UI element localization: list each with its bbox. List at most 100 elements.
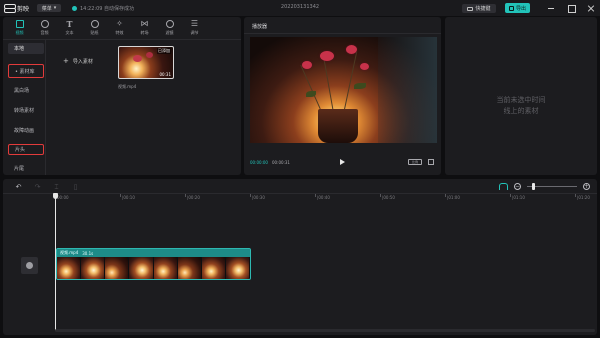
flower — [346, 45, 357, 54]
export-icon — [508, 5, 514, 11]
thumbnail-image — [133, 55, 142, 62]
clip-frames — [57, 257, 250, 279]
tool-filter[interactable]: 滤镜 — [157, 18, 182, 38]
window-controls — [546, 4, 596, 13]
clip-frame — [105, 257, 130, 279]
filter-icon — [165, 20, 174, 28]
track-header[interactable] — [21, 257, 38, 274]
media-panel: 视频 音频 T 文本 贴纸 ✧ 特效 ⋈ 转场 滤镜 ☰ 调节 本地 • 素材库… — [3, 17, 241, 175]
play-icon[interactable] — [340, 159, 345, 165]
zoom-in-icon[interactable]: + — [583, 183, 590, 190]
divider — [3, 39, 241, 40]
clip-frame — [81, 257, 106, 279]
tool-audio[interactable]: 音频 — [32, 18, 57, 38]
menu-label: 菜单 — [41, 5, 52, 12]
undo-icon[interactable]: ↶ — [15, 183, 22, 191]
divider — [45, 40, 46, 175]
ruler-tick-label: |00:20 — [187, 195, 200, 200]
ruler-tick-label: |01:00 — [447, 195, 460, 200]
ruler-tick: |01:10 — [510, 194, 525, 200]
sticker-icon — [90, 20, 99, 28]
save-status-text: 14:22:09 自动保存成功 — [80, 5, 135, 12]
video-background — [378, 37, 437, 143]
title-bar: 剪映 菜单 ▾ 14:22:09 自动保存成功 202203131342 快捷键… — [0, 0, 600, 16]
transition-icon: ⋈ — [140, 19, 149, 28]
plus-icon: + — [63, 57, 69, 65]
keyboard-icon — [467, 6, 474, 11]
clip-header: 视频.mp4 30.1s — [57, 249, 250, 257]
ruler-tick: |00:30 — [250, 194, 265, 200]
audio-icon — [40, 20, 49, 28]
ruler-tick-label: |00:30 — [252, 195, 265, 200]
sidebar-item-intro[interactable]: 片头 — [8, 144, 44, 155]
tool-sticker[interactable]: 贴纸 — [82, 18, 107, 38]
leaf — [354, 83, 366, 89]
ruler-tick: |01:20 — [575, 194, 590, 200]
tool-effects[interactable]: ✧ 特效 — [107, 18, 132, 38]
divider — [244, 33, 441, 34]
tool-label: 视频 — [15, 30, 24, 35]
video-media-icon — [15, 20, 24, 28]
adjust-icon: ☰ — [190, 19, 199, 28]
fullscreen-icon[interactable] — [428, 159, 434, 165]
save-status: 14:22:09 自动保存成功 — [72, 4, 134, 12]
menu-button[interactable]: 菜单 ▾ — [37, 4, 61, 12]
video-preview — [250, 37, 437, 143]
timeline-zoom-controls: − + — [499, 182, 590, 191]
tool-label: 贴纸 — [90, 30, 99, 35]
zoom-slider-knob[interactable] — [532, 183, 535, 190]
zoom-out-icon[interactable]: − — [514, 183, 521, 190]
redo-icon[interactable]: ↷ — [34, 183, 41, 191]
tool-text[interactable]: T 文本 — [57, 18, 82, 38]
text-icon: T — [66, 19, 73, 29]
sidebar-item-black-white[interactable]: 黑白场 — [8, 85, 44, 96]
flower — [302, 61, 312, 69]
sidebar-item-glitch[interactable]: 故障动画 — [8, 125, 44, 136]
clip-duration: 30.1s — [82, 250, 94, 256]
import-label: 导入素材 — [72, 58, 93, 65]
horizontal-scrollbar[interactable] — [55, 329, 595, 332]
ruler-tick: |00:50 — [380, 194, 395, 200]
timeline-toolbar: ↶ ↷ ⌶ ▯ — [15, 183, 79, 191]
thumbnail-image — [146, 52, 153, 58]
tool-transition[interactable]: ⋈ 转场 — [132, 18, 157, 38]
timeline-panel: ↶ ↷ ⌶ ▯ − + 00:00 |00:10 |00:20 |00:30 |00:4… — [3, 179, 597, 335]
minimize-icon[interactable] — [546, 4, 556, 12]
close-icon[interactable] — [586, 4, 596, 12]
shortcut-label: 快捷键 — [475, 6, 491, 12]
sidebar-item-outro[interactable]: 片尾 — [8, 163, 44, 174]
app-name: 剪映 — [17, 5, 30, 13]
time-ruler[interactable]: 00:00 |00:10 |00:20 |00:30 |00:40 |00:50 |01:0… — [55, 194, 595, 204]
sidebar-item-transition-material[interactable]: 转场素材 — [8, 105, 44, 116]
project-name[interactable]: 202203131342 — [270, 4, 330, 10]
maximize-icon[interactable] — [566, 4, 576, 13]
tool-adjust[interactable]: ☰ 调节 — [182, 18, 207, 38]
leaf — [306, 91, 316, 97]
media-thumbnail[interactable]: 已添加 00:31 — [118, 46, 174, 79]
export-button[interactable]: 导出 — [505, 3, 530, 13]
tool-video[interactable]: 视频 — [7, 18, 32, 38]
sidebar-item-library[interactable]: • 素材库 — [8, 64, 44, 78]
video-clip[interactable]: 视频.mp4 30.1s — [56, 248, 251, 280]
import-button[interactable]: + 导入素材 — [63, 57, 93, 65]
delete-icon[interactable]: ▯ — [72, 183, 79, 191]
ratio-button[interactable]: 比例 — [408, 159, 422, 165]
zoom-slider[interactable] — [527, 183, 577, 190]
magnet-icon[interactable] — [499, 183, 508, 190]
tool-label: 滤镜 — [165, 30, 174, 35]
playhead-handle-icon[interactable] — [53, 193, 58, 199]
ruler-tick: |01:00 — [445, 194, 460, 200]
clip-frame — [153, 257, 178, 279]
clip-frame — [177, 257, 202, 279]
ruler-tick-label: 00:00 — [57, 195, 69, 200]
shortcut-button[interactable]: 快捷键 — [462, 4, 496, 13]
tool-label: 转场 — [140, 30, 149, 35]
clip-frame — [129, 257, 154, 279]
media-filename: 视频.mp4 — [118, 84, 137, 89]
ruler-tick-label: |00:40 — [317, 195, 330, 200]
split-icon[interactable]: ⌶ — [53, 183, 60, 191]
clip-name: 视频.mp4 — [60, 250, 79, 255]
playhead[interactable] — [53, 193, 58, 331]
sidebar-item-local[interactable]: 本地 — [8, 43, 44, 54]
current-time: 00:00:00 — [250, 160, 268, 165]
